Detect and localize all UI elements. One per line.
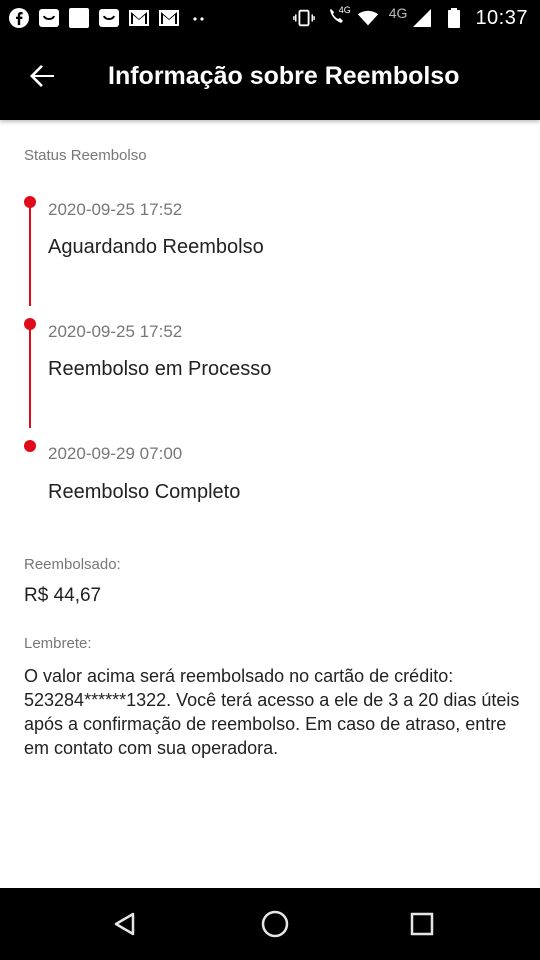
timeline-step-date: 2020-09-29 07:00 — [48, 444, 183, 463]
reminder-text: O valor acima será reembolsado no cartão… — [24, 666, 520, 758]
reminder-label: Lembrete: — [24, 635, 92, 652]
gmail-icon — [158, 7, 180, 29]
timeline-dot — [24, 440, 36, 452]
vibrate-icon — [292, 7, 315, 29]
home-circle-icon — [260, 909, 290, 944]
network-small-label: 4G — [338, 5, 351, 15]
app-bar: Informação sobre Reembolso — [0, 36, 540, 120]
refund-status-label: Status Reembolso — [24, 147, 147, 164]
network-type-label: 4G — [388, 5, 408, 21]
status-bar: 4G 4G 10:37 — [0, 0, 540, 36]
battery-icon — [443, 7, 465, 29]
more-dots-icon — [188, 7, 210, 29]
recents-square-icon — [409, 911, 435, 942]
page-title: Informação sobre Reembolso — [108, 62, 460, 90]
shopee-icon — [98, 7, 120, 29]
timeline-step-date: 2020-09-25 17:52 — [48, 322, 183, 341]
timeline-connector — [29, 328, 31, 428]
arrow-left-icon — [28, 62, 56, 95]
system-nav-bar — [0, 888, 540, 960]
facebook-icon — [8, 7, 30, 29]
nav-back-button[interactable] — [105, 906, 145, 946]
refunded-amount: R$ 44,67 — [24, 585, 102, 606]
timeline-step-status: Reembolso Completo — [48, 481, 241, 503]
signal-icon — [411, 7, 433, 29]
wifi-icon — [357, 7, 379, 29]
shopee-icon — [38, 7, 60, 29]
system-icons: 4G 4G 10:37 — [292, 4, 528, 32]
volte-call-icon: 4G — [325, 5, 351, 29]
clock: 10:37 — [475, 6, 528, 29]
back-triangle-icon — [111, 910, 139, 943]
timeline-step-status: Aguardando Reembolso — [48, 236, 264, 258]
timeline-step-date: 2020-09-25 17:52 — [48, 200, 183, 219]
timeline-step-status: Reembolso em Processo — [48, 358, 272, 380]
gmail-icon — [128, 7, 150, 29]
timeline-connector — [29, 206, 31, 306]
timeline-dot — [24, 196, 36, 208]
refunded-label: Reembolsado: — [24, 556, 121, 573]
nav-recents-button[interactable] — [402, 906, 442, 946]
nav-home-button[interactable] — [255, 906, 295, 946]
timeline-dot — [24, 318, 36, 330]
back-button[interactable] — [22, 58, 62, 98]
blank-app-icon — [68, 7, 90, 29]
notification-icons — [8, 6, 210, 30]
